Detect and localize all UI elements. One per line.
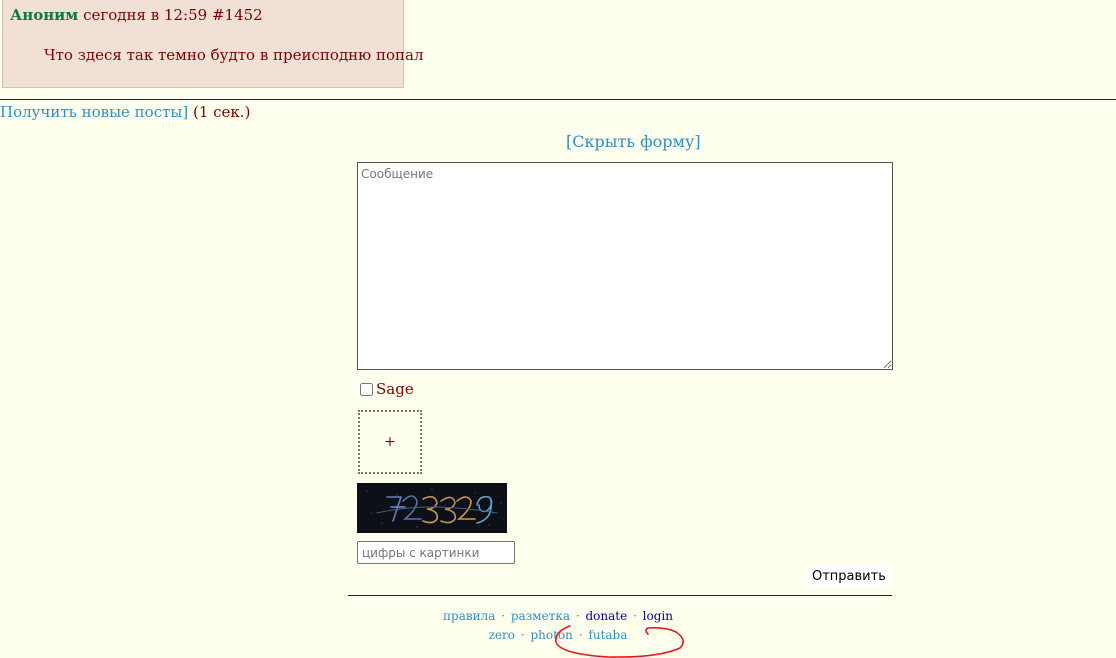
- footer-link-login[interactable]: login: [643, 609, 673, 623]
- separator: ·: [520, 628, 525, 642]
- separator: ·: [501, 609, 506, 623]
- footer-link-donate[interactable]: donate: [585, 609, 627, 623]
- footer-links: правила · разметка · donate · login: [0, 609, 1116, 623]
- style-link-photon[interactable]: photon: [530, 628, 572, 642]
- submit-button[interactable]: Отправить: [806, 565, 892, 588]
- footer-styles: zero · photon · futaba: [0, 628, 1116, 642]
- post-body: Что здеся так темно будто в преисподню п…: [44, 46, 424, 64]
- separator: ·: [575, 609, 580, 623]
- style-link-futaba[interactable]: futaba: [588, 628, 627, 642]
- post-author: Аноним: [10, 6, 79, 24]
- divider: [0, 99, 1116, 100]
- post-header: Аноним сегодня в 12:59 #1452: [10, 6, 263, 24]
- separator: ·: [578, 628, 583, 642]
- refresh-line: Получить новые посты] (1 сек.): [0, 103, 250, 121]
- footer-link-markup[interactable]: разметка: [511, 609, 570, 623]
- form-divider: [348, 595, 892, 596]
- separator: ·: [633, 609, 637, 623]
- refresh-posts-link[interactable]: Получить новые посты]: [0, 103, 188, 121]
- footer-link-rules[interactable]: правила: [443, 609, 495, 623]
- post-meta[interactable]: сегодня в 12:59 #1452: [83, 6, 263, 24]
- message-textarea[interactable]: [357, 162, 893, 370]
- sage-checkbox[interactable]: [360, 382, 373, 396]
- sage-option[interactable]: Sage: [360, 380, 414, 398]
- captcha-noise-icon: [357, 483, 507, 533]
- captcha-image: [357, 483, 507, 533]
- sage-label: Sage: [376, 380, 414, 398]
- file-upload-box[interactable]: +: [358, 410, 422, 474]
- plus-icon: +: [384, 434, 396, 450]
- page: Аноним сегодня в 12:59 #1452 Что здеся т…: [0, 0, 1116, 658]
- captcha-input[interactable]: [357, 541, 515, 564]
- post: Аноним сегодня в 12:59 #1452 Что здеся т…: [2, 0, 424, 88]
- hide-form-link[interactable]: [Скрыть форму]: [566, 132, 701, 151]
- refresh-timer: (1 сек.): [192, 103, 251, 121]
- style-link-zero[interactable]: zero: [489, 628, 515, 642]
